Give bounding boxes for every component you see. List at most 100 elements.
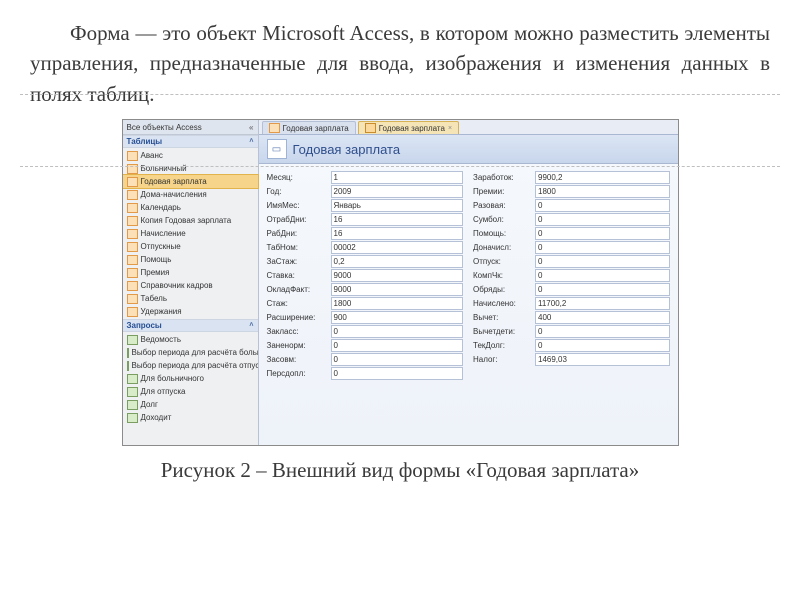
field-value[interactable]: 0 [535,227,670,240]
field-value[interactable]: 1469,03 [535,353,670,366]
table-icon [127,151,138,161]
form-row: Персдопл: 0 [267,366,464,380]
table-icon [269,123,280,133]
field-value[interactable]: 9900,2 [535,171,670,184]
nav-section-label: Запросы [127,321,162,330]
nav-table-item[interactable]: Начисление [123,227,258,240]
field-value[interactable]: 0 [535,283,670,296]
table-icon [127,268,138,278]
nav-table-item[interactable]: Справочник кадров [123,279,258,292]
chevron-up-icon: ˄ [249,322,253,329]
field-value[interactable]: 9000 [331,283,464,296]
field-value[interactable]: 0 [535,269,670,282]
nav-table-item[interactable]: Помощь [123,253,258,266]
field-value[interactable]: 11700,2 [535,297,670,310]
guide-line [20,94,780,95]
nav-table-item[interactable]: Больничный [123,162,258,175]
query-icon [127,413,138,423]
field-value[interactable]: 16 [331,227,464,240]
form-header-icon: ▭ [267,139,287,159]
form-title-text: Годовая зарплата [293,142,401,157]
form-row: Отпуск: 0 [473,254,670,268]
nav-table-item[interactable]: Табель [123,292,258,305]
table-icon [127,294,138,304]
field-label: РабДни: [267,229,327,238]
field-value[interactable]: 0 [535,213,670,226]
nav-query-item[interactable]: Для отпуска [123,385,258,398]
field-label: Стаж: [267,299,327,308]
query-icon [127,387,138,397]
fields-left: Месяц:1Год:2009ИмяМес:ЯнварьОтрабДни:16Р… [267,170,464,443]
field-label: ОкладФакт: [267,285,327,294]
form-row: ИмяМес:Январь [267,198,464,212]
nav-table-item[interactable]: Копия Годовая зарплата [123,214,258,227]
table-icon [127,216,138,226]
field-value[interactable]: 0 [535,199,670,212]
nav-table-item[interactable]: Годовая зарплата [123,175,258,188]
field-value[interactable]: 0,2 [331,255,464,268]
field-label: Вычет: [473,313,531,322]
field-value[interactable]: 0 [331,367,464,380]
query-icon [127,400,138,410]
field-value[interactable]: 400 [535,311,670,324]
table-icon [127,229,138,239]
nav-query-item[interactable]: Ведомость [123,333,258,346]
field-value[interactable]: 16 [331,213,464,226]
nav-query-item[interactable]: Для больничного [123,372,258,385]
nav-query-item[interactable]: Выбор периода для расчёта больн... [123,346,258,359]
form-row: ЗаСтаж:0,2 [267,254,464,268]
field-value[interactable]: 2009 [331,185,464,198]
nav-item-label: Помощь [141,255,172,264]
nav-item-label: Начисление [141,229,186,238]
field-value[interactable]: 0 [535,325,670,338]
access-screenshot: Все объекты Access « Таблицы ˄ Аванс Боль… [122,119,679,446]
figure-caption: Рисунок 2 – Внешний вид формы «Годовая з… [30,458,770,483]
form-row: КомпЧк:0 [473,268,670,282]
field-value[interactable]: 1 [331,171,464,184]
guide-line [20,166,780,167]
nav-table-item[interactable]: Премия [123,266,258,279]
nav-table-item[interactable]: Календарь [123,201,258,214]
field-value[interactable]: 1800 [535,185,670,198]
field-value[interactable]: 9000 [331,269,464,282]
nav-query-item[interactable]: Выбор периода для расчёта отпуска [123,359,258,372]
field-value[interactable]: 0 [331,339,464,352]
intro-paragraph: Форма — это объект Microsoft Access, в к… [30,18,770,109]
nav-query-item[interactable]: Долг [123,398,258,411]
field-value[interactable]: 1800 [331,297,464,310]
nav-query-item[interactable]: Доходит [123,411,258,424]
field-value[interactable]: 00002 [331,241,464,254]
queries-list: ВедомостьВыбор периода для расчёта больн… [123,332,258,425]
nav-table-item[interactable]: Аванс [123,149,258,162]
field-label: Персдопл: [267,369,327,378]
nav-section-queries[interactable]: Запросы ˄ [123,319,258,332]
nav-table-item[interactable]: Дома-начисления [123,188,258,201]
tab-form[interactable]: Годовая зарплата × [358,121,459,134]
field-value[interactable]: 0 [535,241,670,254]
nav-table-item[interactable]: Удержания [123,305,258,318]
table-icon [127,307,138,317]
nav-header[interactable]: Все объекты Access « [123,120,258,135]
field-value[interactable]: 0 [331,353,464,366]
tab-table[interactable]: Годовая зарплата [262,121,356,134]
field-value[interactable]: 0 [331,325,464,338]
form-row: Вычет: 400 [473,310,670,324]
nav-section-tables[interactable]: Таблицы ˄ [123,135,258,148]
nav-table-item[interactable]: Отпускные [123,240,258,253]
field-label: ТекДолг: [473,341,531,350]
collapse-icon[interactable]: « [249,123,253,132]
field-value[interactable]: 0 [535,339,670,352]
tab-label: Годовая зарплата [379,124,445,133]
nav-pane: Все объекты Access « Таблицы ˄ Аванс Боль… [123,120,259,445]
form-row: Стаж: 1800 [267,296,464,310]
field-value[interactable]: 900 [331,311,464,324]
field-label: Отпуск: [473,257,531,266]
field-value[interactable]: Январь [331,199,464,212]
close-icon[interactable]: × [448,125,452,132]
nav-item-label: Аванс [141,151,163,160]
nav-item-label: Для больничного [141,374,204,383]
nav-item-label: Премия [141,268,170,277]
field-label: Расширение: [267,313,327,322]
field-label: Начислено: [473,299,531,308]
field-value[interactable]: 0 [535,255,670,268]
